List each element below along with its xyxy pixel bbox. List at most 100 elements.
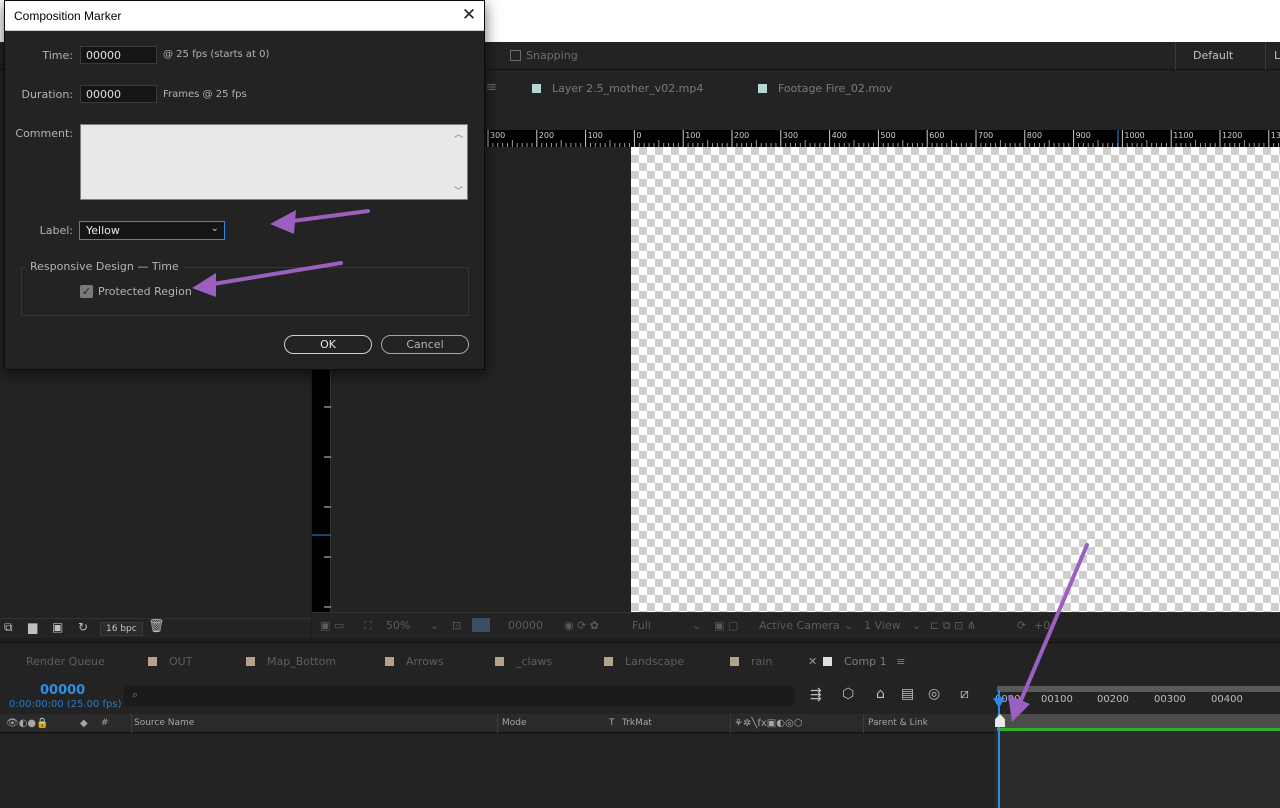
- ruler-label: 800: [1027, 131, 1042, 140]
- panel-menu-icon[interactable]: ≡: [486, 80, 497, 95]
- grid-icon[interactable]: [472, 618, 490, 632]
- tab-rain[interactable]: rain: [730, 655, 772, 668]
- shy-layers-icon[interactable]: ⌂: [876, 686, 885, 702]
- divider: [131, 714, 132, 733]
- scroll-up-icon[interactable]: ︿: [454, 127, 463, 140]
- tab-landscape[interactable]: Landscape: [604, 655, 684, 668]
- label-swatch: [758, 84, 767, 93]
- view-options-icon[interactable]: ⊏ ⧉ ⊡ ⋔: [930, 619, 976, 633]
- comment-textarea[interactable]: ︿ ﹀: [80, 124, 468, 200]
- tab-claws[interactable]: _claws: [495, 655, 552, 668]
- composition-marker-dialog: Composition Marker ✕ Time: 00000 @ 25 fp…: [4, 0, 485, 370]
- interpret-footage-icon[interactable]: ⧉: [4, 620, 13, 635]
- duration-note: Frames @ 25 fps: [163, 89, 247, 100]
- protected-region-checkbox[interactable]: ✓: [80, 285, 93, 298]
- layer-bar[interactable]: [997, 728, 1280, 731]
- region-of-interest-icon[interactable]: ▣ ▭: [320, 619, 344, 632]
- cancel-button[interactable]: Cancel: [381, 335, 469, 354]
- ruler-tick: 00100: [1041, 694, 1073, 705]
- views-select[interactable]: 1 View: [864, 619, 901, 632]
- current-timecode[interactable]: 00000: [40, 683, 85, 698]
- work-area-bar[interactable]: [997, 686, 1280, 692]
- label-swatch: [730, 657, 739, 666]
- project-settings-icon[interactable]: ↻: [78, 620, 88, 634]
- ruler-tick: 00200: [1097, 694, 1129, 705]
- ruler-label: 900: [1076, 131, 1091, 140]
- trash-icon[interactable]: 🗑: [148, 619, 165, 634]
- scroll-down-icon[interactable]: ﹀: [454, 184, 463, 197]
- motion-blur-icon[interactable]: ◎: [928, 686, 940, 702]
- time-label: Time:: [42, 49, 73, 62]
- viewer-tab-footage[interactable]: Footage Fire_02.mov: [758, 82, 892, 95]
- ruler-label: 300: [783, 131, 798, 140]
- graph-editor-icon[interactable]: ⧄: [960, 686, 969, 702]
- layer-switches-icon[interactable]: ⚘✲╲fx▣◐◎⬡: [734, 718, 802, 729]
- duration-field[interactable]: 00000: [80, 85, 157, 103]
- fit-icon[interactable]: ⊡: [452, 619, 461, 632]
- time-field[interactable]: 00000: [80, 46, 157, 64]
- tab-render-queue[interactable]: Render Queue: [26, 655, 105, 668]
- tab-out[interactable]: OUT: [148, 655, 192, 668]
- viewer-controls: ▣ ▭ ⛶ 50% ⌄ ⊡ 00000 ◉ ⟳ ✿ Full ⌄ ▣ ▢ Act…: [312, 612, 1280, 638]
- composition-flowchart-icon[interactable]: ⇶: [810, 687, 822, 703]
- ruler-label: 100: [588, 131, 603, 140]
- label-swatch: [604, 657, 613, 666]
- camera-select[interactable]: Active Camera: [759, 619, 840, 632]
- protected-region-label[interactable]: Protected Region: [98, 285, 192, 298]
- column-number[interactable]: #: [101, 718, 109, 728]
- label-label: Label:: [39, 224, 73, 237]
- zoom-select[interactable]: 50%: [386, 619, 410, 632]
- ruler-label: 1200: [1222, 131, 1242, 140]
- snapshot-icon[interactable]: ◉ ⟳ ✿: [564, 619, 599, 632]
- horizontal-ruler: 300 200 100 0 100 200 300 400 500 600 700 800 900 100…: [486, 130, 1280, 147]
- composition-canvas[interactable]: [631, 147, 1280, 612]
- tab-comp-1[interactable]: Comp 1 ≡: [823, 655, 905, 668]
- snapping-checkbox[interactable]: Snapping: [510, 49, 578, 62]
- panel-menu-icon[interactable]: ≡: [896, 655, 905, 668]
- chevron-down-icon: ⌄: [210, 223, 219, 234]
- ruler-label: 500: [880, 131, 895, 140]
- ok-button[interactable]: OK: [284, 335, 372, 354]
- layer-search-input[interactable]: ⌕: [124, 686, 794, 706]
- bit-depth-button[interactable]: 16 bpc: [100, 622, 143, 636]
- column-trkmat[interactable]: TrkMat: [622, 718, 652, 728]
- tab-map-bottom[interactable]: Map_Bottom: [246, 655, 336, 668]
- av-switches-icon[interactable]: 👁◐●🔒: [6, 718, 49, 729]
- viewer-tab-layer[interactable]: Layer 2.5_mother_v02.mp4: [532, 82, 703, 95]
- ruler-label: 700: [978, 131, 993, 140]
- exposure-value[interactable]: +0: [1034, 619, 1050, 632]
- work-area[interactable]: [997, 714, 1280, 728]
- label-swatch: [823, 657, 832, 666]
- workspace-default[interactable]: Default: [1193, 49, 1233, 62]
- column-parent[interactable]: Parent & Link: [868, 718, 928, 728]
- tab-close-icon[interactable]: ✕: [808, 655, 817, 668]
- dialog-title-bar: Composition Marker ✕: [5, 1, 484, 31]
- ruler-tick: 00300: [1154, 694, 1186, 705]
- ruler-ticks: 300 200 100 0 100 200 300 400 500 600 700 800 900 100…: [487, 130, 1280, 147]
- workspace-next[interactable]: L: [1274, 49, 1280, 62]
- label-select-value: Yellow: [86, 224, 120, 237]
- viewer-timecode[interactable]: 00000: [508, 619, 543, 632]
- column-source-name[interactable]: Source Name: [134, 718, 194, 728]
- divider: [497, 714, 498, 733]
- new-folder-icon[interactable]: ▆: [28, 620, 37, 634]
- ruler-label: 100: [685, 131, 700, 140]
- column-mode[interactable]: Mode: [502, 718, 527, 728]
- new-composition-icon[interactable]: ▣: [52, 620, 63, 634]
- frame-blending-icon[interactable]: ▤: [901, 686, 914, 702]
- layer-column-header: 👁◐●🔒 ◆ # Source Name Mode T TrkMat ⚘✲╲fx…: [0, 714, 995, 733]
- time-ruler[interactable]: 0000 00100 00200 00300 00400: [995, 686, 1280, 714]
- column-t[interactable]: T: [609, 718, 615, 728]
- label-color-select[interactable]: Yellow ⌄: [79, 221, 225, 240]
- mask-icon[interactable]: ⛶: [364, 619, 372, 633]
- draft-3d-icon[interactable]: ⬡: [842, 686, 854, 702]
- chevron-down-icon: ⌄: [844, 619, 854, 632]
- label-tag-icon[interactable]: ◆: [80, 718, 88, 729]
- close-icon[interactable]: ✕: [460, 6, 478, 24]
- responsive-design-title: Responsive Design — Time: [26, 260, 183, 273]
- exposure-icon[interactable]: ⟳: [1017, 619, 1026, 632]
- tab-arrows[interactable]: Arrows: [385, 655, 444, 668]
- label-swatch: [385, 657, 394, 666]
- transparency-icon[interactable]: ▣ ▢: [714, 619, 738, 632]
- resolution-select[interactable]: Full: [632, 619, 651, 632]
